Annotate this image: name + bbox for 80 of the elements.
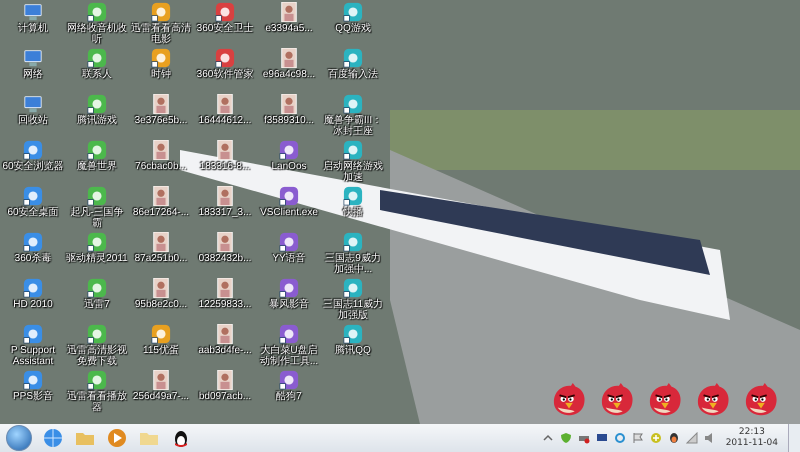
desktop-icon-label[interactable]: 启动网络游戏加速 (322, 161, 384, 183)
image-thumbnail-icon[interactable] (151, 94, 171, 114)
desktop-icon-label[interactable]: 183316-8... (200, 161, 250, 172)
desktop-icon-label[interactable]: 360软件管家 (196, 69, 254, 80)
desktop-icon-label[interactable]: 大白菜U盘启动制作工具... (258, 345, 320, 367)
desktop-icon-label[interactable]: e96a4c98... (262, 69, 316, 80)
desktop-icon-label[interactable]: 魔兽世界 (77, 161, 117, 172)
image-thumbnail-icon[interactable] (151, 278, 171, 298)
desktop-icon-label[interactable]: P Support Assistant (2, 345, 64, 367)
desktop-icon-label[interactable]: 腾讯QQ (335, 345, 371, 356)
image-thumbnail-icon[interactable] (279, 48, 299, 68)
clock-time: 22:13 (738, 427, 765, 438)
penguin-icon[interactable] (668, 432, 680, 444)
desktop-icon-label[interactable]: YY语音 (272, 253, 306, 264)
desktop-icon-label[interactable]: 迅雷高清影视免费下载 (66, 345, 128, 367)
desktop-icon-label[interactable]: 360杀毒 (14, 253, 52, 264)
image-thumbnail-icon[interactable] (279, 2, 299, 22)
desktop-icon-label[interactable]: 87a251b0... (134, 253, 188, 264)
desktop-icon-label[interactable]: 12259833... (198, 299, 252, 310)
desktop-icon-label[interactable]: aab3d4fe-... (198, 345, 252, 356)
desktop-icon-label[interactable]: 60安全桌面 (7, 207, 59, 218)
desktop-icon-label[interactable]: e3394a5... (265, 23, 313, 34)
desktop-icon-label[interactable]: 回收站 (18, 115, 48, 126)
image-thumbnail-icon[interactable] (215, 94, 235, 114)
desktop-icon-label[interactable]: 网络收音机收听 (66, 23, 128, 45)
start-button[interactable] (6, 425, 32, 452)
desktop-icon-label[interactable]: 0382432b... (198, 253, 252, 264)
image-thumbnail-icon[interactable] (215, 232, 235, 252)
desktop-icon-label[interactable]: PPS影音 (12, 391, 53, 402)
image-thumbnail-icon[interactable] (215, 278, 235, 298)
image-thumbnail-icon[interactable] (215, 370, 235, 390)
desktop-icon-label[interactable]: 迅雷看看播放器 (66, 391, 128, 413)
desktop-icon-label[interactable]: 95b8e2c0... (134, 299, 188, 310)
desktop-icon-label[interactable]: LanOos (271, 161, 307, 172)
computer-icon[interactable] (23, 48, 43, 68)
image-thumbnail-icon[interactable] (151, 140, 171, 160)
desktop-icon-label[interactable]: 时钟 (151, 69, 171, 80)
taskbar-clock[interactable]: 22:13 2011-11-04 (722, 427, 782, 450)
flag-icon[interactable] (632, 432, 644, 444)
desktop-icon-label[interactable]: 起凡-三国争霸 (66, 207, 128, 229)
image-thumbnail-icon[interactable] (151, 370, 171, 390)
desktop-icon-label[interactable]: 腾讯游戏 (77, 115, 117, 126)
desktop-icon-label[interactable]: QQ游戏 (335, 23, 371, 34)
desktop-icon-label[interactable]: 迅雷7 (84, 299, 110, 310)
image-thumbnail-icon[interactable] (279, 94, 299, 114)
desktop-icon-label[interactable]: VSClient.exe (260, 207, 318, 218)
desktop-icon-label[interactable]: 183317_3... (198, 207, 252, 218)
image-thumbnail-icon[interactable] (215, 324, 235, 344)
desktop-icon-label[interactable]: 快播 (343, 207, 363, 218)
image-thumbnail-icon[interactable] (151, 232, 171, 252)
desktop-icon-label[interactable]: 联系人 (82, 69, 112, 80)
desktop-icon-label[interactable]: 酷狗7 (276, 391, 302, 402)
image-thumbnail-icon[interactable] (215, 186, 235, 206)
image-thumbnail-icon[interactable] (215, 140, 235, 160)
desktop-icon-label[interactable]: 网络 (23, 69, 43, 80)
desktop-icon-label[interactable]: f3589310... (264, 115, 314, 126)
clock-date: 2011-11-04 (726, 438, 778, 450)
desktop-icon-label[interactable]: 115优蛋 (143, 345, 179, 356)
computer-icon[interactable] (23, 2, 43, 22)
globe-icon[interactable] (42, 427, 64, 450)
desktop-icon-label[interactable]: 16444612... (198, 115, 252, 126)
desktop-icon-label[interactable]: 三国志11威力加强版 (322, 299, 384, 321)
desktop-icon-label[interactable]: 暴风影音 (269, 299, 309, 310)
desktop-icon-label[interactable]: 驱动精灵2011 (66, 253, 128, 264)
desktop-icon-label[interactable]: 计算机 (18, 23, 48, 34)
desktop-icon-label[interactable]: 256d49a7-... (132, 391, 190, 402)
desktop-icon-label[interactable]: 60安全浏览器 (2, 161, 64, 172)
desktop-icon-label[interactable]: 魔兽争霸III：冰封王座 (322, 115, 384, 137)
computer-icon[interactable] (23, 94, 43, 114)
image-thumbnail-icon[interactable] (151, 186, 171, 206)
desktop-icon-label[interactable]: 3e376e5b... (134, 115, 188, 126)
signal-icon[interactable] (686, 432, 698, 444)
desktop-icon-label[interactable]: HD 2010 (13, 299, 53, 310)
desktop-icon-label[interactable]: 360安全卫士 (196, 23, 254, 34)
media-player-icon[interactable] (106, 427, 128, 450)
desktop-icon-label[interactable]: bd097acb... (198, 391, 252, 402)
desktop-icon-label[interactable]: 三国志9威力加强中... (322, 253, 384, 275)
desktop-icon-label[interactable]: 百度输入法 (328, 69, 378, 80)
desktop-icon-label[interactable]: 86e17264-... (132, 207, 190, 218)
desktop-icon-label[interactable]: 迅雷看看高清电影 (130, 23, 192, 45)
